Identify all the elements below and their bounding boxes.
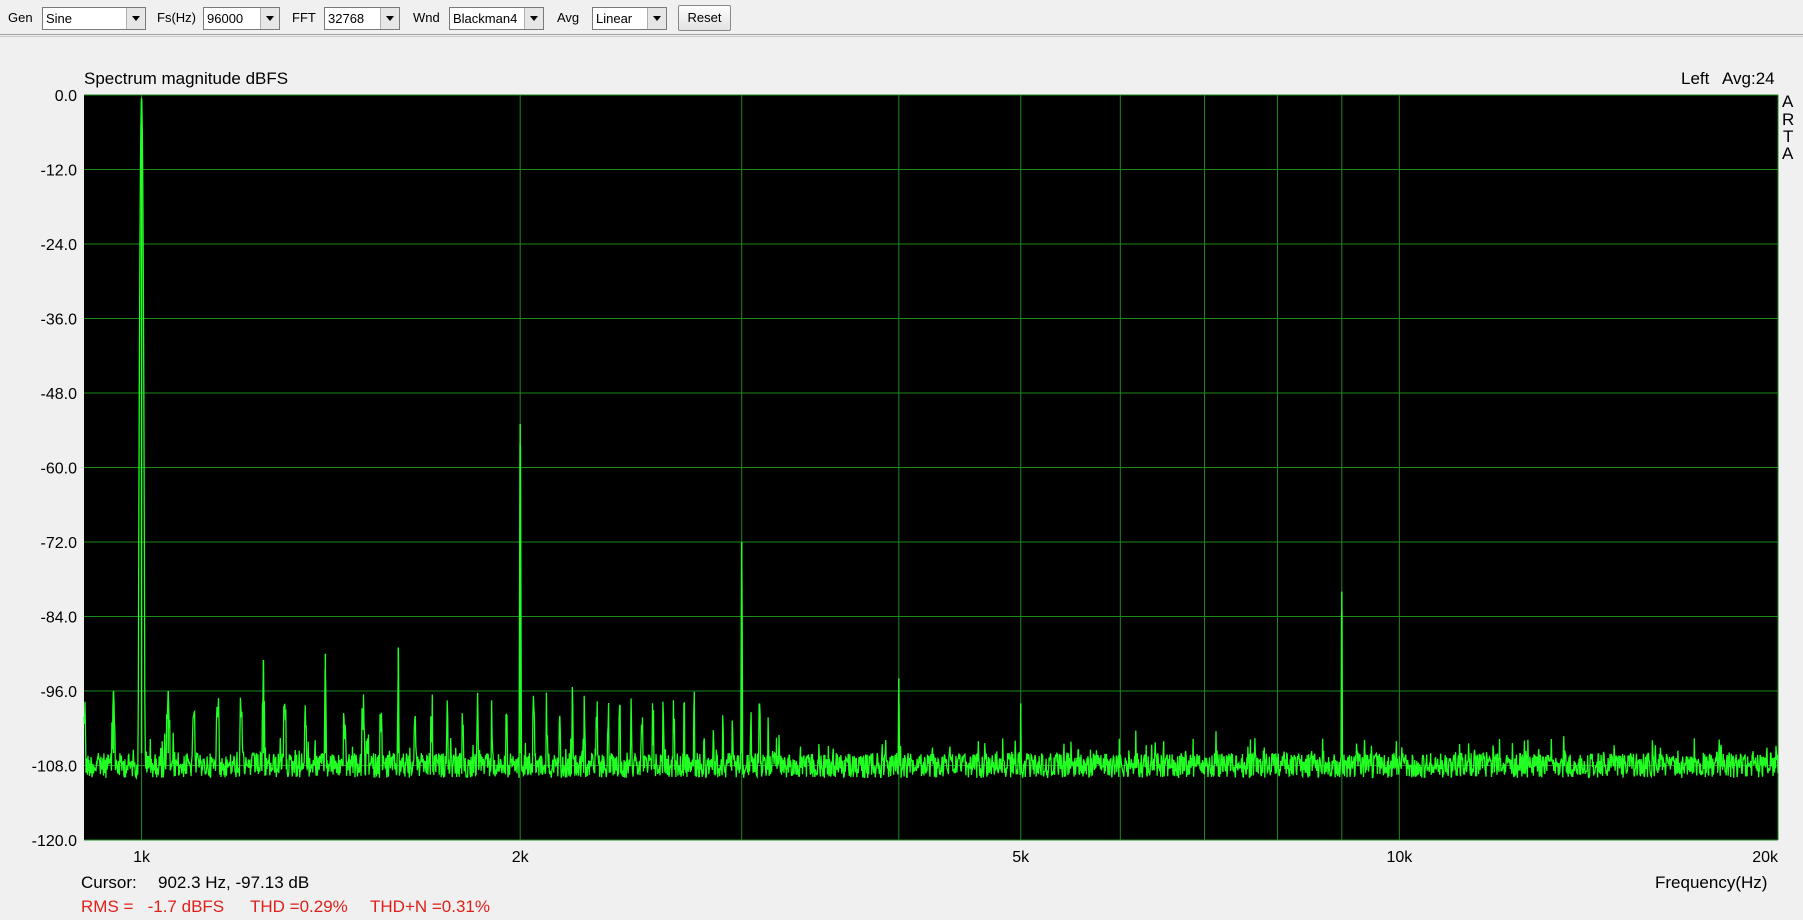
thd-readout: THD =0.29% [250, 897, 348, 916]
fs-label: Fs(Hz) [157, 10, 196, 25]
x-tick-label: 1k [133, 849, 151, 866]
chevron-down-icon[interactable] [524, 8, 543, 29]
toolbar: Gen Sine Fs(Hz) 96000 FFT 32768 Wnd Blac… [0, 0, 1803, 35]
y-tick-label: -24.0 [41, 237, 78, 254]
y-tick-label: 0.0 [55, 88, 77, 105]
chevron-down-icon[interactable] [380, 8, 399, 29]
avg-select-value: Linear [596, 11, 633, 26]
gen-select-value: Sine [46, 11, 73, 26]
chart-title: Spectrum magnitude dBFS [84, 69, 289, 88]
cursor-label: Cursor: [81, 873, 137, 892]
x-tick-label: 10k [1386, 849, 1413, 866]
fft-select-value: 32768 [328, 11, 365, 26]
y-tick-label: -84.0 [41, 610, 78, 627]
avg-label: Avg [557, 10, 580, 25]
thdn-readout: THD+N =0.31% [370, 897, 490, 916]
spectrum-chart[interactable]: 0.0 -12.0 -24.0 -36.0 -48.0 -60.0 -72.0 -84.0 -9… [0, 37, 1803, 920]
y-tick-label: -48.0 [41, 386, 78, 403]
y-tick-label: -60.0 [41, 461, 78, 478]
chevron-down-icon[interactable] [647, 8, 666, 29]
gen-select[interactable]: Sine [42, 7, 146, 30]
avg-count: Avg:24 [1722, 69, 1775, 88]
y-tick-label: -12.0 [41, 163, 78, 180]
y-tick-label: -120.0 [32, 833, 77, 850]
x-axis-label: Frequency(Hz) [1655, 873, 1768, 892]
y-tick-label: -36.0 [41, 312, 78, 329]
wnd-select-value: Blackman4 [453, 11, 518, 26]
arta-brand-a1: A [1782, 92, 1794, 111]
x-tick-label: 5k [1012, 849, 1030, 866]
x-axis-ticks: 1k 2k 5k 10k 20k [133, 849, 1779, 866]
y-tick-label: -96.0 [41, 684, 78, 701]
chevron-down-icon[interactable] [126, 8, 145, 29]
rms-readout: RMS = -1.7 dBFS [81, 897, 225, 916]
gen-label: Gen [8, 10, 33, 25]
cursor-value: 902.3 Hz, -97.13 dB [158, 873, 310, 892]
spectrum-panel: 0.0 -12.0 -24.0 -36.0 -48.0 -60.0 -72.0 -84.0 -9… [0, 36, 1803, 920]
y-tick-label: -108.0 [32, 759, 77, 776]
channel-label: Left [1681, 69, 1710, 88]
fft-label: FFT [292, 10, 316, 25]
wnd-select[interactable]: Blackman4 [449, 7, 544, 30]
avg-select[interactable]: Linear [592, 7, 667, 30]
chevron-down-icon[interactable] [260, 8, 279, 29]
arta-brand-a2: A [1782, 144, 1794, 163]
fs-select-value: 96000 [207, 11, 244, 26]
fft-select[interactable]: 32768 [324, 7, 400, 30]
reset-button[interactable]: Reset [678, 5, 731, 31]
fs-select[interactable]: 96000 [203, 7, 280, 30]
y-tick-label: -72.0 [41, 535, 78, 552]
wnd-label: Wnd [413, 10, 440, 25]
y-axis-ticks: 0.0 -12.0 -24.0 -36.0 -48.0 -60.0 -72.0 -84.0 -9… [32, 88, 77, 850]
x-tick-label: 2k [512, 849, 530, 866]
x-tick-label: 20k [1752, 849, 1779, 866]
